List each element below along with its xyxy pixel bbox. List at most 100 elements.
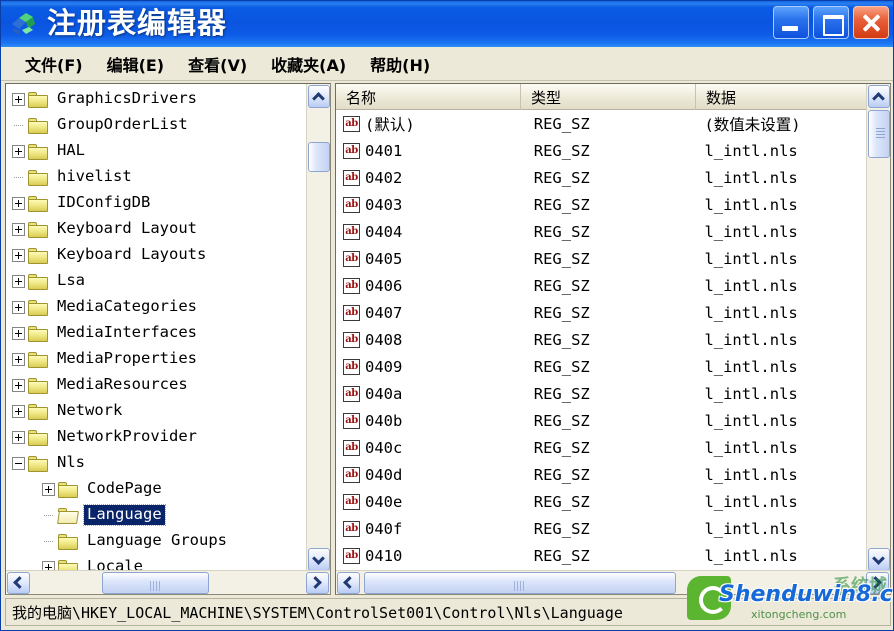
table-row[interactable]: ab 0401 REG_SZ l_intl.nls <box>336 137 870 164</box>
string-value-icon: ab <box>343 223 360 240</box>
expand-icon[interactable] <box>12 378 25 392</box>
tree-item-label: MediaInterfaces <box>57 323 197 342</box>
tree-item-language-groups[interactable]: Language Groups <box>6 528 294 554</box>
table-row[interactable]: ab 0403 REG_SZ l_intl.nls <box>336 191 870 218</box>
table-row[interactable]: ab 040d REG_SZ l_intl.nls <box>336 461 870 488</box>
column-header-data[interactable]: 数据 <box>696 84 870 110</box>
grip-icon <box>876 128 885 140</box>
tree-item-hal[interactable]: HAL <box>6 138 294 164</box>
table-row[interactable]: ab 0405 REG_SZ l_intl.nls <box>336 245 870 272</box>
expand-icon[interactable] <box>12 196 25 210</box>
tree-hscroll-thumb[interactable] <box>102 572 209 594</box>
expand-icon[interactable] <box>12 404 25 418</box>
minimize-button[interactable] <box>773 6 809 39</box>
tree-item-lsa[interactable]: Lsa <box>6 268 294 294</box>
expand-icon[interactable] <box>12 248 25 262</box>
value-type: REG_SZ <box>533 330 590 349</box>
menu-file[interactable]: 文件(F) <box>13 49 95 79</box>
tree-horizontal-scrollbar[interactable] <box>6 570 330 594</box>
list-hscroll-thumb[interactable] <box>364 572 676 594</box>
tree-item-network[interactable]: Network <box>6 398 294 424</box>
tree-item-hivelist[interactable]: hivelist <box>6 164 294 190</box>
string-value-icon: ab <box>343 547 360 564</box>
expand-icon[interactable] <box>12 300 25 314</box>
tree-scroll-right-button[interactable] <box>306 572 329 594</box>
tree-item-nls[interactable]: Nls <box>6 450 294 476</box>
tree-vertical-scrollbar[interactable] <box>306 84 330 572</box>
collapse-icon[interactable] <box>12 456 25 470</box>
tree-item-codepage[interactable]: CodePage <box>6 476 294 502</box>
table-row[interactable]: ab 040f REG_SZ l_intl.nls <box>336 515 870 542</box>
folder-icon <box>28 273 49 290</box>
menu-help[interactable]: 帮助(H) <box>358 49 442 79</box>
expand-icon[interactable] <box>12 326 25 340</box>
table-row[interactable]: ab 040b REG_SZ l_intl.nls <box>336 407 870 434</box>
tree-item-mediaproperties[interactable]: MediaProperties <box>6 346 294 372</box>
list-vertical-scrollbar[interactable] <box>866 84 890 572</box>
table-row[interactable]: ab 0402 REG_SZ l_intl.nls <box>336 164 870 191</box>
list-scroll-left-button[interactable] <box>337 572 360 594</box>
expand-icon[interactable] <box>12 430 25 444</box>
column-header-type[interactable]: 类型 <box>521 84 696 110</box>
maximize-button[interactable] <box>813 6 849 39</box>
expand-icon[interactable] <box>12 144 25 158</box>
table-row[interactable]: ab 0408 REG_SZ l_intl.nls <box>336 326 870 353</box>
tree-item-networkprovider[interactable]: NetworkProvider <box>6 424 294 450</box>
title-bar[interactable]: 注册表编辑器 <box>1 1 893 47</box>
table-row[interactable]: ab 0407 REG_SZ l_intl.nls <box>336 299 870 326</box>
table-row[interactable]: ab 0406 REG_SZ l_intl.nls <box>336 272 870 299</box>
string-value-icon: ab <box>343 250 360 267</box>
tree-scroll-left-button[interactable] <box>7 572 30 594</box>
table-row[interactable]: ab 040c REG_SZ l_intl.nls <box>336 434 870 461</box>
list-scroll-down-button[interactable] <box>868 548 890 571</box>
menu-favorites[interactable]: 收藏夹(A) <box>259 49 358 79</box>
string-value-icon: ab <box>343 331 360 348</box>
folder-icon <box>28 377 49 394</box>
tree-scroll-up-button[interactable] <box>308 85 330 108</box>
tree-item-graphicsdrivers[interactable]: GraphicsDrivers <box>6 86 294 112</box>
list-scroll-thumb[interactable] <box>868 110 890 158</box>
tree-item-keyboard-layouts[interactable]: Keyboard Layouts <box>6 242 294 268</box>
status-bar: 我的电脑\HKEY_LOCAL_MACHINE\SYSTEM\ControlSe… <box>5 598 891 626</box>
close-button[interactable] <box>853 6 889 39</box>
expand-icon[interactable] <box>12 92 25 106</box>
tree-item-label: GraphicsDrivers <box>57 89 197 108</box>
tree-item-idconfigdb[interactable]: IDConfigDB <box>6 190 294 216</box>
folder-icon <box>28 247 49 264</box>
tree-item-mediacategories[interactable]: MediaCategories <box>6 294 294 320</box>
tree-item-language[interactable]: Language <box>6 502 294 528</box>
value-data: l_intl.nls <box>704 276 798 295</box>
column-header-name[interactable]: 名称 <box>336 84 521 110</box>
value-name: 0410 <box>365 546 403 565</box>
tree-item-keyboard-layout[interactable]: Keyboard Layout <box>6 216 294 242</box>
string-value-icon: ab <box>343 412 360 429</box>
registry-path: 我的电脑\HKEY_LOCAL_MACHINE\SYSTEM\ControlSe… <box>12 603 623 622</box>
registry-tree[interactable]: GraphicsDrivers GroupOrderList HAL hivelist… <box>6 84 294 572</box>
expand-icon[interactable] <box>12 352 25 366</box>
expand-icon[interactable] <box>42 482 55 496</box>
expand-icon[interactable] <box>12 274 25 288</box>
value-name: 040b <box>365 411 403 430</box>
folder-icon <box>28 195 49 212</box>
tree-item-grouporderlist[interactable]: GroupOrderList <box>6 112 294 138</box>
panes-container: GraphicsDrivers GroupOrderList HAL hivelist… <box>5 83 891 595</box>
table-row[interactable]: ab 0404 REG_SZ l_intl.nls <box>336 218 870 245</box>
table-row[interactable]: ab 040e REG_SZ l_intl.nls <box>336 488 870 515</box>
table-row[interactable]: ab 040a REG_SZ l_intl.nls <box>336 380 870 407</box>
tree-scroll-down-button[interactable] <box>308 548 330 571</box>
table-row[interactable]: ab (默认) REG_SZ (数值未设置) <box>336 110 870 137</box>
value-name: 0405 <box>365 249 403 268</box>
list-scroll-up-button[interactable] <box>868 85 890 108</box>
expand-icon[interactable] <box>12 222 25 236</box>
list-horizontal-scrollbar[interactable] <box>336 570 890 594</box>
list-scroll-right-button[interactable] <box>866 572 889 594</box>
table-row[interactable]: ab 0410 REG_SZ l_intl.nls <box>336 542 870 569</box>
tree-scroll-thumb[interactable] <box>308 142 330 172</box>
menu-edit[interactable]: 编辑(E) <box>95 49 177 79</box>
tree-item-mediainterfaces[interactable]: MediaInterfaces <box>6 320 294 346</box>
menu-view[interactable]: 查看(V) <box>176 49 259 79</box>
values-list[interactable]: ab (默认) REG_SZ (数值未设置) ab 0401 REG_SZ l_intl.nl… <box>336 110 870 572</box>
table-row[interactable]: ab 0409 REG_SZ l_intl.nls <box>336 353 870 380</box>
tree-item-mediaresources[interactable]: MediaResources <box>6 372 294 398</box>
registry-editor-window: 注册表编辑器 文件(F) 编辑(E) 查看(V) 收藏夹(A) 帮助(H) Gr… <box>0 0 894 631</box>
